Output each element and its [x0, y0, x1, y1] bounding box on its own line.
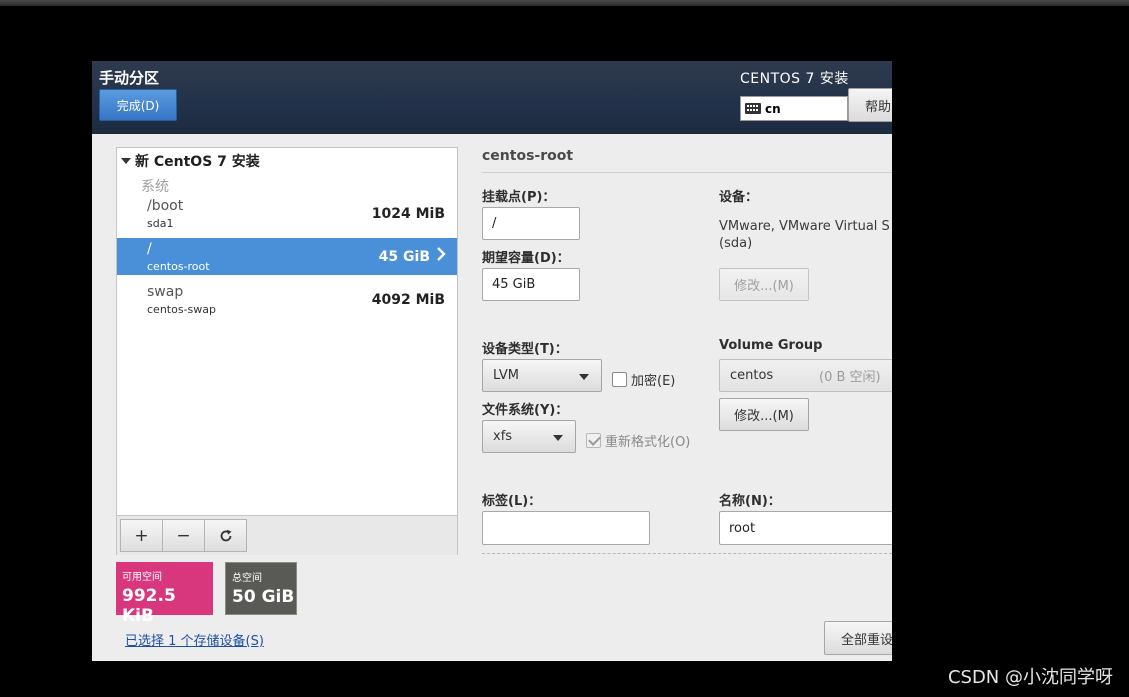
expand-triangle-icon	[121, 158, 131, 164]
install-tree-header[interactable]: 新 CentOS 7 安装	[121, 151, 260, 171]
volume-group-modify-button[interactable]: 修改...(M)	[719, 398, 809, 431]
filesystem-dropdown[interactable]: xfs	[482, 420, 576, 453]
volume-group-name: centos	[730, 368, 774, 383]
keyboard-layout-indicator[interactable]: cn	[740, 96, 848, 121]
storage-devices-link[interactable]: 已选择 1 个存储设备(S)	[125, 630, 264, 649]
capacity-label: 期望容量(D)：	[482, 251, 570, 266]
install-tree-label: 新 CentOS 7 安装	[135, 154, 260, 170]
reformat-checkbox[interactable]: 重新格式化(O)	[586, 431, 690, 450]
partition-row-root[interactable]: / centos-root 45 GiB	[117, 238, 457, 275]
volume-group-free: (0 B 空闲)	[819, 370, 881, 385]
partition-device: centos-swap	[147, 303, 216, 316]
volume-group-label: Volume Group	[719, 338, 823, 353]
volume-group-dropdown[interactable]: centos (0 B 空闲)	[719, 359, 892, 392]
partition-toolbar: + −	[117, 515, 457, 555]
encrypt-checkbox[interactable]: 加密(E)	[612, 370, 675, 389]
detail-dashed-divider	[482, 553, 892, 554]
partition-size: 1024 MiB	[371, 206, 445, 222]
keyboard-icon	[745, 103, 761, 114]
partition-row-boot[interactable]: /boot sda1 1024 MiB	[117, 195, 457, 232]
partition-size: 45 GiB	[378, 249, 430, 265]
partition-mount: swap	[147, 284, 184, 300]
available-space-value: 992.5 KiB	[122, 586, 176, 626]
installer-window: 手动分区 完成(D) CENTOS 7 安装 cn 帮助 新 CentOS 7 …	[92, 61, 892, 661]
device-type-label: 设备类型(T)：	[482, 342, 568, 357]
partition-mount: /boot	[147, 198, 184, 214]
chevron-right-icon	[437, 247, 446, 261]
available-space-label: 可用空间	[122, 572, 162, 583]
keyboard-layout-label: cn	[765, 101, 781, 116]
encrypt-label: 加密(E)	[631, 374, 676, 389]
header: 手动分区 完成(D) CENTOS 7 安装 cn 帮助	[92, 61, 892, 134]
page-title: 手动分区	[99, 69, 160, 87]
partition-list-panel: 新 CentOS 7 安装 系统 /boot sda1 1024 MiB / c…	[116, 147, 458, 555]
mount-point-input[interactable]: /	[482, 207, 580, 240]
available-space-box: 可用空间 992.5 KiB	[116, 562, 213, 626]
device-modify-button[interactable]: 修改...(M)	[719, 268, 809, 301]
dropdown-arrow-icon	[579, 374, 589, 380]
done-button[interactable]: 完成(D)	[99, 89, 177, 121]
device-type-value: LVM	[493, 368, 519, 383]
device-name-line1: VMware, VMware Virtual S	[719, 219, 890, 234]
help-button[interactable]: 帮助	[848, 88, 892, 122]
group-label-system: 系统	[141, 179, 169, 195]
product-title: CENTOS 7 安装	[740, 71, 849, 87]
dropdown-arrow-icon	[553, 435, 563, 441]
partition-size: 4092 MiB	[371, 292, 445, 308]
reset-all-button[interactable]: 全部重设	[824, 621, 892, 655]
detail-divider	[482, 172, 892, 173]
refresh-icon	[220, 529, 231, 541]
partition-mount: /	[147, 241, 152, 257]
filesystem-value: xfs	[493, 429, 513, 444]
total-space-value: 50 GiB	[232, 587, 295, 607]
top-bar	[0, 0, 1129, 6]
filesystem-label: 文件系统(Y)：	[482, 403, 569, 418]
partition-detail-title: centos-root	[482, 148, 574, 164]
total-space-box: 总空间 50 GiB	[225, 562, 297, 615]
refresh-button[interactable]	[204, 519, 247, 552]
device-type-dropdown[interactable]: LVM	[482, 359, 602, 392]
device-name-line2: (sda)	[719, 236, 753, 251]
reformat-label: 重新格式化(O)	[605, 435, 691, 450]
checkbox-box	[586, 433, 601, 448]
remove-partition-button[interactable]: −	[162, 519, 205, 552]
tag-label: 标签(L)：	[482, 494, 542, 509]
name-label: 名称(N)：	[719, 494, 781, 509]
add-partition-button[interactable]: +	[120, 519, 163, 552]
device-label: 设备：	[719, 190, 759, 205]
mount-point-label: 挂载点(P)：	[482, 190, 556, 205]
partition-row-swap[interactable]: swap centos-swap 4092 MiB	[117, 281, 457, 318]
partition-device: sda1	[147, 217, 174, 230]
partition-device: centos-root	[147, 260, 210, 273]
watermark: CSDN @小沈同学呀	[947, 667, 1113, 688]
capacity-input[interactable]: 45 GiB	[482, 268, 580, 301]
tag-input[interactable]	[482, 511, 650, 545]
name-input[interactable]: root	[719, 511, 892, 545]
total-space-label: 总空间	[232, 573, 262, 584]
checkbox-box	[612, 372, 627, 387]
